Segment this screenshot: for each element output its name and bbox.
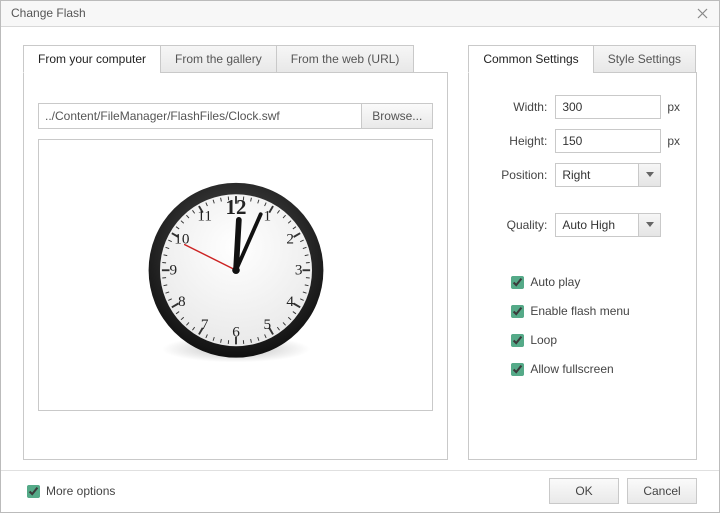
svg-text:2: 2 — [286, 230, 294, 247]
loop-label: Loop — [530, 333, 557, 347]
enablemenu-label: Enable flash menu — [530, 304, 629, 318]
svg-text:9: 9 — [169, 261, 177, 278]
loop-row: Loop — [507, 331, 680, 350]
height-input[interactable] — [555, 129, 661, 153]
cancel-button[interactable]: Cancel — [627, 478, 697, 504]
position-row: Position: Right — [485, 163, 680, 187]
tab-label: From your computer — [38, 52, 146, 66]
quality-row: Quality: Auto High — [485, 213, 680, 237]
tab-label: From the web (URL) — [291, 52, 400, 66]
settings-column: Common Settings Style Settings Width: px… — [468, 45, 697, 460]
browse-button[interactable]: Browse... — [362, 103, 433, 129]
position-label: Position: — [485, 168, 555, 182]
more-options-row: More options — [23, 482, 115, 501]
svg-text:1: 1 — [263, 207, 271, 224]
height-unit: px — [667, 134, 680, 148]
more-options-label: More options — [46, 484, 115, 498]
svg-text:10: 10 — [174, 230, 190, 247]
tab-label: From the gallery — [175, 52, 262, 66]
loop-checkbox[interactable] — [511, 334, 524, 347]
chevron-down-icon — [638, 164, 660, 186]
svg-text:4: 4 — [286, 293, 294, 310]
titlebar: Change Flash — [1, 1, 719, 27]
width-row: Width: px — [485, 95, 680, 119]
dialog-footer: More options OK Cancel — [1, 470, 719, 512]
width-input[interactable] — [555, 95, 661, 119]
svg-text:11: 11 — [197, 207, 212, 224]
file-row: Browse... — [38, 103, 433, 129]
width-label: Width: — [485, 100, 555, 114]
svg-text:3: 3 — [295, 261, 303, 278]
browse-label: Browse... — [372, 109, 422, 123]
ok-button[interactable]: OK — [549, 478, 619, 504]
file-path-input[interactable] — [38, 103, 362, 129]
position-value: Right — [556, 164, 638, 186]
fullscreen-checkbox[interactable] — [511, 363, 524, 376]
more-options-checkbox[interactable] — [27, 485, 40, 498]
tab-common-settings[interactable]: Common Settings — [468, 45, 593, 73]
tab-style-settings[interactable]: Style Settings — [593, 45, 696, 73]
ok-label: OK — [575, 484, 592, 498]
settings-panel: Width: px Height: px Position: Right — [468, 72, 697, 460]
position-select[interactable]: Right — [555, 163, 661, 187]
quality-value: Auto High — [556, 214, 638, 236]
quality-label: Quality: — [485, 218, 555, 232]
enablemenu-checkbox[interactable] — [511, 305, 524, 318]
source-column: From your computer From the gallery From… — [23, 45, 448, 460]
svg-text:5: 5 — [263, 316, 271, 333]
dialog-title: Change Flash — [11, 6, 693, 20]
flash-preview: 12 1 2 3 4 5 6 7 8 9 10 — [38, 139, 433, 411]
autoplay-row: Auto play — [507, 273, 680, 292]
source-panel: Browse... — [23, 72, 448, 460]
height-label: Height: — [485, 134, 555, 148]
dialog-window: Change Flash From your computer From the… — [0, 0, 720, 513]
fullscreen-row: Allow fullscreen — [507, 360, 680, 379]
tab-from-web[interactable]: From the web (URL) — [276, 45, 415, 73]
tab-label: Common Settings — [483, 52, 578, 66]
clock-graphic: 12 1 2 3 4 5 6 7 8 9 10 — [141, 180, 331, 370]
enablemenu-row: Enable flash menu — [507, 302, 680, 321]
fullscreen-label: Allow fullscreen — [530, 362, 613, 376]
height-row: Height: px — [485, 129, 680, 153]
close-button[interactable] — [693, 4, 711, 22]
settings-tabstrip: Common Settings Style Settings — [468, 45, 697, 73]
tab-from-computer[interactable]: From your computer — [23, 45, 161, 73]
svg-text:7: 7 — [201, 316, 209, 333]
close-icon — [697, 8, 708, 19]
quality-select[interactable]: Auto High — [555, 213, 661, 237]
svg-text:6: 6 — [232, 323, 240, 340]
autoplay-checkbox[interactable] — [511, 276, 524, 289]
dialog-content: From your computer From the gallery From… — [1, 27, 719, 470]
chevron-down-icon — [638, 214, 660, 236]
width-unit: px — [667, 100, 680, 114]
source-tabstrip: From your computer From the gallery From… — [23, 45, 448, 73]
tab-from-gallery[interactable]: From the gallery — [160, 45, 277, 73]
tab-label: Style Settings — [608, 52, 681, 66]
autoplay-label: Auto play — [530, 275, 580, 289]
svg-text:8: 8 — [178, 293, 186, 310]
svg-text:12: 12 — [225, 195, 246, 219]
cancel-label: Cancel — [643, 484, 680, 498]
